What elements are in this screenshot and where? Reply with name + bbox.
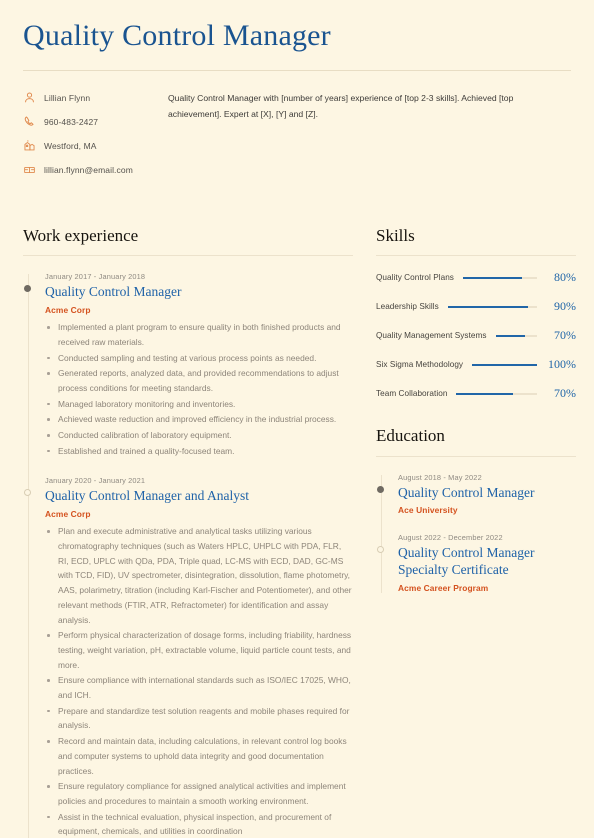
entry-date: August 2022 - December 2022 <box>398 533 503 543</box>
skill-progress-fill <box>456 392 513 395</box>
mailbox-icon <box>23 163 36 176</box>
page-title: Quality Control Manager <box>23 19 331 52</box>
entry-degree-title: Quality Control Manager Specialty Certif… <box>398 545 535 578</box>
work-entry: January 2017 - January 2018 Quality Cont… <box>24 272 353 458</box>
timeline-marker <box>377 546 384 554</box>
skill-percent: 100% <box>548 357 576 372</box>
skill-progress-track <box>495 334 537 337</box>
list-item: Managed laboratory monitoring and invent… <box>45 397 353 412</box>
list-item: Prepare and standardize test solution re… <box>45 704 353 733</box>
list-item: Conducted calibration of laboratory equi… <box>45 428 353 443</box>
contact-location-value: Westford, MA <box>44 140 97 151</box>
list-item: Record and maintain data, including calc… <box>45 734 353 778</box>
entry-date: August 2018 - May 2022 <box>398 472 482 482</box>
education-entry: August 2022 - December 2022 Quality Cont… <box>377 533 576 594</box>
right-column: Skills Quality Control Plans 80% Leaders… <box>353 225 576 838</box>
skill-progress-track <box>447 305 537 308</box>
work-experience-timeline: January 2017 - January 2018 Quality Cont… <box>23 272 353 838</box>
contact-list: Lillian Flynn 960-483-2427 Westford, MA … <box>23 91 155 187</box>
skill-percent: 70% <box>554 386 576 401</box>
skill-progress-track <box>472 363 537 366</box>
entry-degree-title: Quality Control Manager <box>398 484 535 500</box>
contact-name-value: Lillian Flynn <box>44 92 91 103</box>
entry-company: Acme Corp <box>45 305 91 316</box>
timeline-marker <box>24 489 31 497</box>
contact-phone-value: 960-483-2427 <box>44 116 99 127</box>
skill-progress-fill <box>495 334 525 337</box>
skill-label: Six Sigma Methodology <box>376 360 464 370</box>
skill-row: Quality Control Plans 80% <box>376 270 576 285</box>
work-experience-section: Work experience January 2017 - January 2… <box>23 225 353 838</box>
section-divider <box>376 455 576 457</box>
list-item: Generated reports, analyzed data, and pr… <box>45 366 353 395</box>
list-item: Plan and execute administrative and anal… <box>45 524 353 627</box>
body-columns: Work experience January 2017 - January 2… <box>18 225 576 838</box>
entry-job-title: Quality Control Manager <box>45 284 182 300</box>
contact-item-location: Westford, MA <box>23 139 155 152</box>
skill-percent: 80% <box>554 270 576 285</box>
skill-label: Team Collaboration <box>376 389 448 399</box>
work-entry: January 2020 - January 2021 Quality Cont… <box>24 476 353 838</box>
section-divider <box>376 255 576 257</box>
skill-percent: 90% <box>554 299 576 314</box>
person-icon <box>23 91 36 104</box>
skill-progress-track <box>456 392 537 395</box>
skill-row: Leadership Skills 90% <box>376 299 576 314</box>
skills-heading: Skills <box>376 226 415 245</box>
list-item: Assist in the technical evaluation, phys… <box>45 810 353 838</box>
entry-bullet-list: Implemented a plant program to ensure qu… <box>45 320 353 458</box>
timeline-marker <box>377 485 384 493</box>
location-icon <box>23 139 36 152</box>
skill-label: Quality Control Plans <box>376 273 454 283</box>
phone-icon <box>23 115 36 128</box>
contact-email-value: lillian.flynn@email.com <box>44 164 133 175</box>
entry-date: January 2020 - January 2021 <box>45 476 146 486</box>
entry-institution: Ace University <box>398 505 458 516</box>
entry-company: Acme Corp <box>45 509 91 520</box>
list-item: Conducted sampling and testing at variou… <box>45 351 353 366</box>
skill-row: Quality Management Systems 70% <box>376 328 576 343</box>
skill-label: Leadership Skills <box>376 302 439 312</box>
list-item: Established and trained a quality-focuse… <box>45 444 353 459</box>
skill-row: Six Sigma Methodology 100% <box>376 357 576 372</box>
resume-page: Quality Control Manager Lillian Flynn 96… <box>0 0 594 838</box>
list-item: Implemented a plant program to ensure qu… <box>45 320 353 349</box>
skills-list: Quality Control Plans 80% Leadership Ski… <box>376 270 576 401</box>
list-item: Perform physical characterization of dos… <box>45 628 353 672</box>
skill-progress-fill <box>462 276 523 279</box>
work-experience-heading: Work experience <box>23 226 139 245</box>
list-item: Achieved waste reduction and improved ef… <box>45 412 353 427</box>
header-divider <box>23 70 571 71</box>
section-divider <box>23 255 353 257</box>
entry-bullet-list: Plan and execute administrative and anal… <box>45 524 353 838</box>
education-heading: Education <box>376 426 445 446</box>
list-item: Ensure regulatory compliance for assigne… <box>45 779 353 808</box>
header-body: Lillian Flynn 960-483-2427 Westford, MA … <box>18 91 576 187</box>
education-entry: August 2018 - May 2022 Quality Control M… <box>377 472 576 516</box>
entry-date: January 2017 - January 2018 <box>45 272 146 282</box>
contact-item-email: lillian.flynn@email.com <box>23 163 155 176</box>
skill-label: Quality Management Systems <box>376 331 487 341</box>
contact-item-name: Lillian Flynn <box>23 91 155 104</box>
skill-percent: 70% <box>554 328 576 343</box>
skill-progress-fill <box>447 305 529 308</box>
skill-row: Team Collaboration 70% <box>376 386 576 401</box>
timeline-marker <box>24 285 31 293</box>
skill-progress-fill <box>472 363 537 366</box>
list-item: Ensure compliance with international sta… <box>45 673 353 702</box>
entry-job-title: Quality Control Manager and Analyst <box>45 488 249 504</box>
contact-item-phone: 960-483-2427 <box>23 115 155 128</box>
skill-progress-track <box>462 276 537 279</box>
entry-institution: Acme Career Program <box>398 583 489 594</box>
skills-section: Skills Quality Control Plans 80% Leaders… <box>376 225 576 401</box>
education-timeline: August 2018 - May 2022 Quality Control M… <box>376 472 576 594</box>
professional-summary: Quality Control Manager with [number of … <box>168 93 514 119</box>
education-section: Education August 2018 - May 2022 Quality… <box>376 425 576 593</box>
